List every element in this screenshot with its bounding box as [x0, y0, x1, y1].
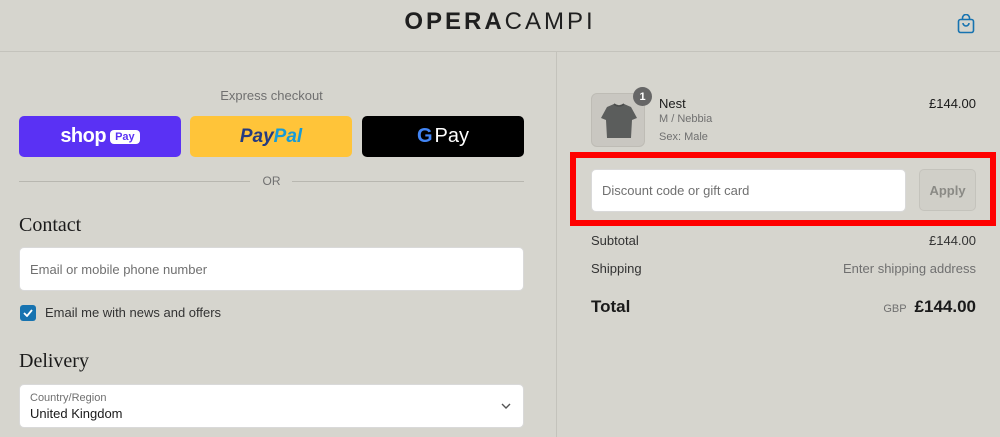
store-logo[interactable]: OPERACAMPI [0, 8, 1000, 36]
total-amount: £144.00 [914, 297, 976, 316]
currency-code: GBP [883, 303, 907, 315]
paypal-button[interactable]: Pay Pal [190, 116, 352, 157]
express-checkout-title: Express checkout [220, 88, 323, 103]
chevron-down-icon [501, 403, 511, 409]
shipping-value: Enter shipping address [843, 261, 976, 276]
logo-text-light: CAMPI [504, 8, 596, 35]
contact-heading: Contact [19, 214, 82, 236]
subtotal-label: Subtotal [591, 233, 639, 248]
apply-button[interactable]: Apply [919, 169, 976, 211]
delivery-heading: Delivery [19, 350, 89, 372]
or-line-right [292, 181, 524, 182]
email-field[interactable] [19, 247, 524, 291]
discount-input[interactable] [592, 170, 905, 211]
product-name: Nest [659, 96, 686, 111]
shop-pay-badge: Pay [110, 129, 140, 144]
newsletter-label: Email me with news and offers [45, 305, 222, 320]
shipping-label: Shipping [591, 261, 642, 276]
newsletter-row: Email me with news and offers [20, 304, 221, 321]
paypal-logo-part1: Pay [239, 125, 274, 147]
newsletter-checkbox[interactable] [20, 304, 36, 321]
product-variant: M / Nebbia [659, 113, 713, 125]
email-input[interactable] [20, 248, 523, 290]
column-divider [556, 52, 557, 437]
google-pay-button[interactable]: G Pay [362, 116, 524, 157]
google-g-icon: G [416, 125, 433, 147]
quantity-badge: 1 [633, 87, 652, 106]
logo-text-bold: OPERA [404, 8, 505, 35]
or-divider: OR [19, 174, 524, 190]
total-value-group: GBP £144.00 [883, 297, 976, 317]
paypal-logo-part2: Pal [273, 125, 303, 147]
shopping-bag-icon[interactable] [957, 14, 975, 34]
country-select[interactable]: Country/Region United Kingdom [19, 384, 524, 428]
total-label: Total [591, 297, 631, 316]
discount-field[interactable] [591, 169, 906, 212]
shop-pay-logo: shop [60, 125, 107, 147]
country-select-value: United Kingdom [30, 406, 123, 421]
product-sex: Sex: Male [659, 131, 708, 143]
checkmark-icon [23, 308, 33, 317]
google-pay-label: Pay [434, 125, 470, 147]
shop-pay-button[interactable]: shop Pay [19, 116, 181, 157]
site-header: OPERACAMPI [0, 0, 1000, 52]
product-price: £144.00 [929, 96, 976, 111]
country-select-label: Country/Region [30, 392, 107, 404]
subtotal-value: £144.00 [929, 233, 976, 248]
